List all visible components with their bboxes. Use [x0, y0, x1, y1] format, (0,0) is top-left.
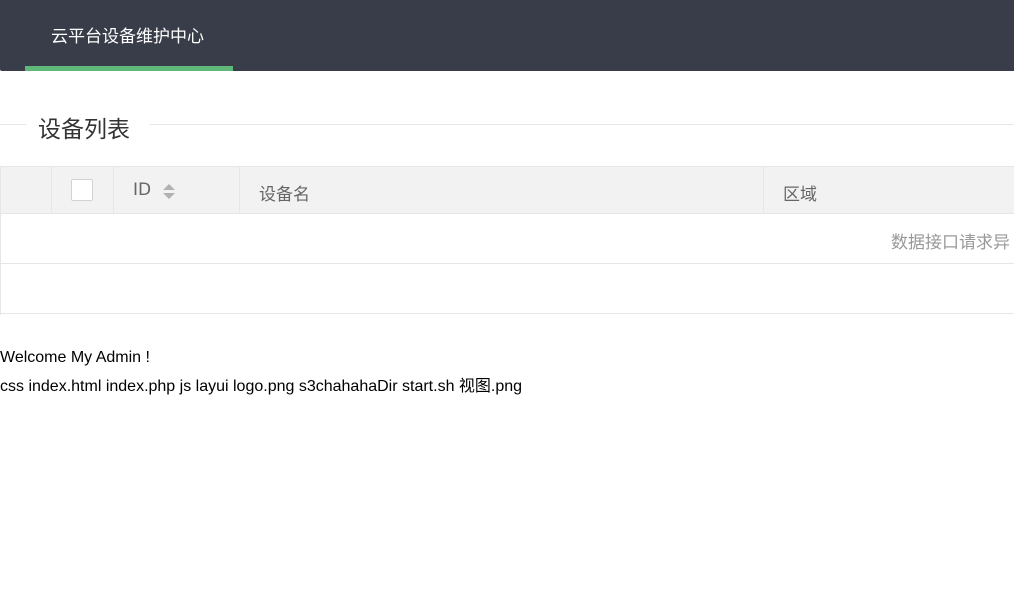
header-cell-id[interactable]: ID [114, 167, 240, 214]
fieldset-border-left [0, 124, 26, 125]
sort-icon[interactable] [163, 184, 175, 200]
fieldset-border-right [150, 124, 1014, 125]
sort-desc-icon[interactable] [163, 193, 175, 199]
sort-asc-icon[interactable] [163, 184, 175, 190]
top-nav-bar: 云平台设备维护中心 [0, 0, 1014, 71]
empty-message: 数据接口请求异 [891, 233, 1010, 253]
column-header-id: ID [133, 180, 152, 200]
section-title: 设备列表 [38, 117, 130, 143]
header-cell-checkbox [52, 167, 114, 214]
nav-item-label: 云平台设备维护中心 [51, 27, 204, 47]
file-list-text: css index.html index.php js layui logo.p… [0, 378, 523, 395]
nav-active-indicator [25, 66, 233, 71]
header-cell-device-name: 设备名 [240, 167, 764, 214]
column-header-device-name: 设备名 [259, 185, 310, 205]
table-footer-row [1, 264, 1014, 314]
header-cell-region: 区域 [764, 167, 1014, 214]
nav-item-home[interactable]: 云平台设备维护中心 [25, 0, 233, 71]
table-empty-row: 数据接口请求异 [1, 214, 1014, 264]
column-header-region: 区域 [783, 185, 817, 205]
header-cell-blank [1, 167, 52, 214]
select-all-checkbox[interactable] [71, 179, 93, 201]
device-table: ID 设备名 区域 数据接口请求异 [0, 166, 1014, 315]
table-header: ID 设备名 区域 [1, 166, 1014, 214]
welcome-text: Welcome My Admin ! [0, 349, 150, 366]
